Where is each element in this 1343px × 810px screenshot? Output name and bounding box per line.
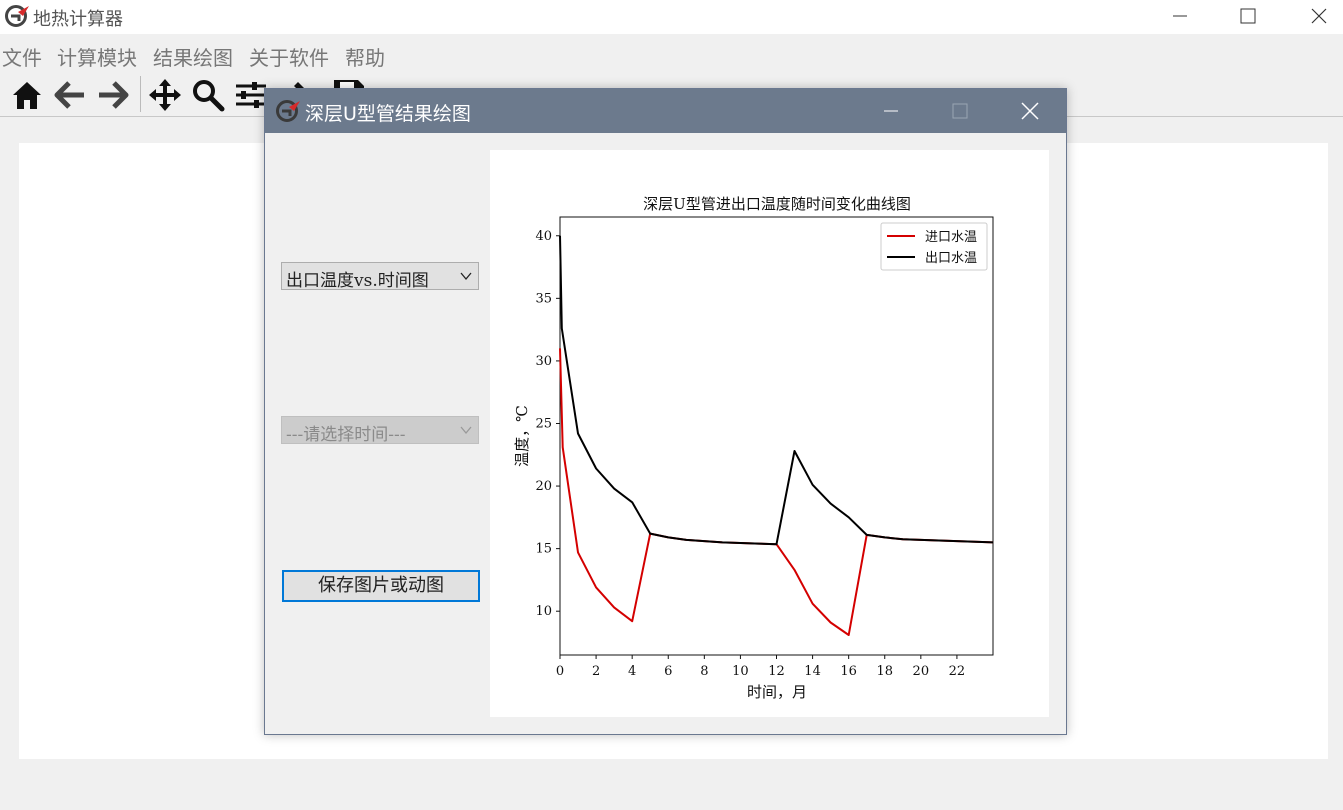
minimize-button[interactable] xyxy=(1157,0,1203,32)
dialog-titlebar: 深层U型管结果绘图 xyxy=(265,89,1066,133)
menubar: 文件 计算模块 结果绘图 关于软件 帮助 xyxy=(0,34,1343,70)
pan-icon[interactable] xyxy=(148,78,182,112)
home-icon[interactable] xyxy=(10,78,44,112)
maximize-button[interactable] xyxy=(1225,0,1271,32)
dialog-maximize-button[interactable] xyxy=(932,89,988,133)
app-title: 地热计算器 xyxy=(33,9,123,30)
chevron-down-icon xyxy=(460,272,472,281)
x-tick-label: 10 xyxy=(732,664,749,679)
toolbar-separator xyxy=(140,76,141,112)
chevron-down-icon xyxy=(460,426,472,435)
plot-type-select-value: 出口温度vs.时间图 xyxy=(286,271,429,291)
menu-about[interactable]: 关于软件 xyxy=(249,42,329,71)
close-button[interactable] xyxy=(1296,0,1342,32)
time-select-value: ---请选择时间--- xyxy=(286,425,406,445)
y-tick-label: 40 xyxy=(535,229,552,244)
legend-label-outlet: 出口水温 xyxy=(925,251,977,266)
save-image-button[interactable]: 保存图片或动图 xyxy=(282,570,480,602)
menu-help[interactable]: 帮助 xyxy=(345,42,385,71)
maximize-icon xyxy=(1240,8,1256,24)
app-logo-icon xyxy=(5,5,29,27)
minimize-icon xyxy=(1173,15,1187,17)
close-icon xyxy=(1311,8,1327,24)
y-tick-label: 20 xyxy=(535,479,552,494)
y-tick-label: 35 xyxy=(535,291,552,306)
chart-legend: 进口水温 出口水温 xyxy=(880,222,988,271)
app-logo-icon xyxy=(276,100,300,122)
x-tick-label: 22 xyxy=(949,664,966,679)
configure-subplots-icon[interactable] xyxy=(234,78,268,112)
x-tick-label: 8 xyxy=(700,664,708,679)
menu-result-plot[interactable]: 结果绘图 xyxy=(153,42,233,71)
x-tick-label: 18 xyxy=(876,664,893,679)
minimize-icon xyxy=(884,110,898,112)
forward-arrow-icon[interactable] xyxy=(96,78,130,112)
temperature-line-chart: 深层U型管进出口温度随时间变化曲线图 0 2 4 6 8 10 12 14 16 18 20 22 1… xyxy=(513,195,994,701)
dialog-minimize-button[interactable] xyxy=(863,89,919,133)
y-tick-label: 30 xyxy=(535,354,552,369)
y-tick-label: 25 xyxy=(535,416,552,431)
menu-file[interactable]: 文件 xyxy=(2,42,42,71)
plot-type-select[interactable]: 出口温度vs.时间图 xyxy=(281,262,479,291)
zoom-icon[interactable] xyxy=(191,78,225,112)
back-arrow-icon[interactable] xyxy=(53,78,87,112)
x-tick-label: 14 xyxy=(804,664,821,679)
plot-panel: 深层U型管进出口温度随时间变化曲线图 0 2 4 6 8 10 12 14 16 18 20 22 1… xyxy=(490,150,1049,717)
result-plot-dialog: 深层U型管结果绘图 出口温度vs.时间图 ---请选择时间--- 保存图片或动图… xyxy=(264,88,1067,735)
y-axis-label: 温度，℃ xyxy=(513,405,531,467)
x-axis: 0 2 4 6 8 10 12 14 16 18 20 22 xyxy=(556,655,965,679)
y-tick-label: 15 xyxy=(535,542,552,557)
y-tick-label: 10 xyxy=(535,604,552,619)
x-tick-label: 16 xyxy=(840,664,857,679)
x-tick-label: 20 xyxy=(913,664,930,679)
legend-label-inlet: 进口水温 xyxy=(925,230,977,245)
x-tick-label: 12 xyxy=(768,664,785,679)
chart-title: 深层U型管进出口温度随时间变化曲线图 xyxy=(643,195,911,213)
x-axis-label: 时间，月 xyxy=(747,683,807,701)
x-tick-label: 2 xyxy=(592,664,600,679)
y-axis: 10 15 20 25 30 35 40 xyxy=(535,229,560,619)
x-tick-label: 6 xyxy=(664,664,672,679)
time-select[interactable]: ---请选择时间--- xyxy=(281,416,479,445)
close-icon xyxy=(1021,102,1039,120)
dialog-title: 深层U型管结果绘图 xyxy=(305,103,471,125)
plot-axes-frame xyxy=(559,216,994,656)
x-tick-label: 0 xyxy=(556,664,564,679)
x-tick-label: 4 xyxy=(628,664,636,679)
menu-compute-module[interactable]: 计算模块 xyxy=(57,42,137,71)
main-titlebar: 地热计算器 xyxy=(0,0,1343,34)
dialog-close-button[interactable] xyxy=(1002,89,1058,133)
maximize-icon xyxy=(952,103,968,119)
